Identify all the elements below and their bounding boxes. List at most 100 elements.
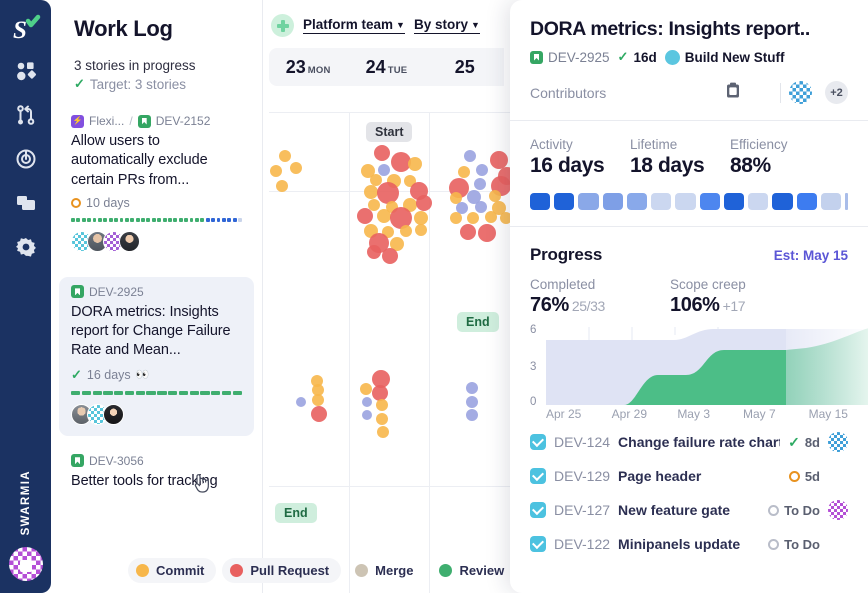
story-breadcrumb: Flexi... / DEV-2152 [71,114,242,128]
legend-item-review[interactable]: Review [431,558,516,583]
x-tick: Apr 29 [611,407,648,421]
panel-title: DORA metrics: Insights report.. [530,18,810,40]
timeline-row-divider [269,112,510,113]
timeline-pill-end: End [457,312,499,332]
legend-item-pull-request[interactable]: Pull Request [222,558,342,583]
swarmia-work-log-app: S SWARMIA Work Log 3 stories in progress… [0,0,868,593]
activity-legend: Commit Pull Request Merge Review [128,558,516,583]
checkbox-checked-icon[interactable] [530,468,546,484]
story-duration-label: 16 days [86,367,131,382]
check-icon: ✓ [74,76,85,91]
sidebar-item-pull-requests[interactable] [9,100,43,134]
chart-svg [546,327,868,405]
story-progress-strip [71,217,242,222]
avatar [119,230,140,252]
date-number: 23 [285,56,306,77]
progress-chart: 6 3 0 Apr 25 Apr 29 May 3 May 7 May 15 [530,324,868,421]
estimate-label[interactable]: Est: May 15 [774,248,848,263]
panel-board-label: Build New Stuff [684,49,785,65]
panel-board[interactable]: Build New Stuff [664,49,785,65]
page-title: Work Log [74,16,173,41]
story-card-dev-3056[interactable]: DEV-3056 Better tools for tracking [59,446,254,508]
sidebar-item-insights[interactable] [9,56,43,90]
story-key: DEV-3056 [89,453,144,468]
avatar[interactable] [828,432,848,452]
timeline-pill-end: End [275,503,317,523]
grey-ring-icon [768,538,780,550]
task-row[interactable]: DEV-124 Change failure rate chart ✓ 8d [530,425,848,459]
swarmia-logo-icon[interactable]: S [9,12,43,46]
stat-label: Lifetime [630,137,678,152]
activity-intensity-bar [530,192,849,210]
date-number: 25 [454,56,475,77]
stat-label: Efficiency [730,137,788,152]
y-tick-0: 0 [530,396,537,408]
clipboard-icon[interactable] [725,82,741,104]
board-dot-icon [664,49,680,65]
checkbox-checked-icon[interactable] [530,502,546,518]
contributors-overflow-count[interactable]: +2 [825,81,848,104]
progress-heading: Progress [530,245,603,264]
checkbox-checked-icon[interactable] [530,536,546,552]
task-row[interactable]: DEV-129 Page header 5d [530,459,848,493]
work-log-column: Work Log 3 stories in progress ✓ Target:… [51,0,263,593]
sidebar-item-settings[interactable] [9,232,43,266]
panel-key[interactable]: DEV-2925 [530,50,610,65]
story-title: DORA metrics: Insights report for Change… [71,303,231,359]
review-dot-icon [439,564,453,577]
stories-in-progress-count: 3 stories in progress [74,58,196,73]
completed-percent: 76% [530,294,569,316]
team-selector[interactable]: Platform team ▼ [303,17,405,34]
legend-item-merge[interactable]: Merge [347,558,425,583]
grouping-selector[interactable]: By story ▼ [413,17,480,34]
scope-percent: 106% [670,294,720,316]
avatar[interactable] [749,81,772,104]
x-tick: Apr 25 [546,407,582,421]
user-avatar[interactable] [8,547,43,581]
legend-label: Review [459,563,505,578]
date-cell[interactable]: 23 MON [269,57,347,78]
story-card-dev-2152[interactable]: Flexi... / DEV-2152 Allow users to autom… [59,106,254,263]
merge-dot-icon [355,564,369,577]
timeline-toolbar: Platform team ▼ By story ▼ [263,0,510,37]
date-cell[interactable]: 24 TUE [347,57,425,78]
story-detail-panel: DORA metrics: Insights report.. DEV-2925… [510,0,868,593]
panel-meta: DEV-2925 ✓ 16d Build New Stuff [530,49,848,65]
stat-scope-creep: Scope creep 106% +17 [670,277,810,317]
story-card-dev-2925[interactable]: DEV-2925 DORA metrics: Insights report f… [59,276,254,436]
story-breadcrumb: DEV-3056 [71,454,242,468]
timeline-column-day [429,112,510,593]
date-dow: TUE [387,64,408,76]
task-key: DEV-127 [554,502,611,518]
task-status-label: To Do [784,502,820,518]
stat-value: 16 days [530,154,605,177]
avatar[interactable] [828,534,848,554]
completed-detail: 25/33 [571,298,605,314]
avatar[interactable] [828,500,848,520]
story-type-icon [71,285,84,299]
task-row[interactable]: DEV-127 New feature gate To Do [530,493,848,527]
task-name: New feature gate [618,502,731,518]
breadcrumb-separator: / [129,114,133,128]
progress-header: Progress Est: May 15 [530,245,848,265]
stat-value: 76% 25/33 [530,294,670,317]
legend-item-commit[interactable]: Commit [128,558,217,583]
timeline-column-day [348,112,430,593]
sidebar-item-boards[interactable] [9,188,43,222]
sidebar-item-targets[interactable] [9,144,43,178]
date-cell[interactable]: 25 [426,57,504,78]
task-status-label: 5d [804,468,820,484]
story-title: Better tools for tracking [71,472,218,489]
stats-row: Activity 16 days Lifetime 18 days Effici… [530,137,848,178]
avatar[interactable] [828,466,848,486]
stat-activity: Activity 16 days [530,137,630,178]
panel-duration-label: 16d [633,49,657,65]
panel-duration: ✓ 16d [618,49,657,65]
task-status: ✓ 8d [788,434,820,451]
task-row[interactable]: DEV-122 Minipanels update To Do [530,527,848,561]
checkbox-checked-icon[interactable] [530,434,546,450]
date-header: 23 MON 24 TUE 25 [269,48,504,86]
primary-navigation: S SWARMIA [0,0,51,593]
legend-label: Merge [375,563,414,578]
team-selector-label: Platform team [303,17,394,32]
